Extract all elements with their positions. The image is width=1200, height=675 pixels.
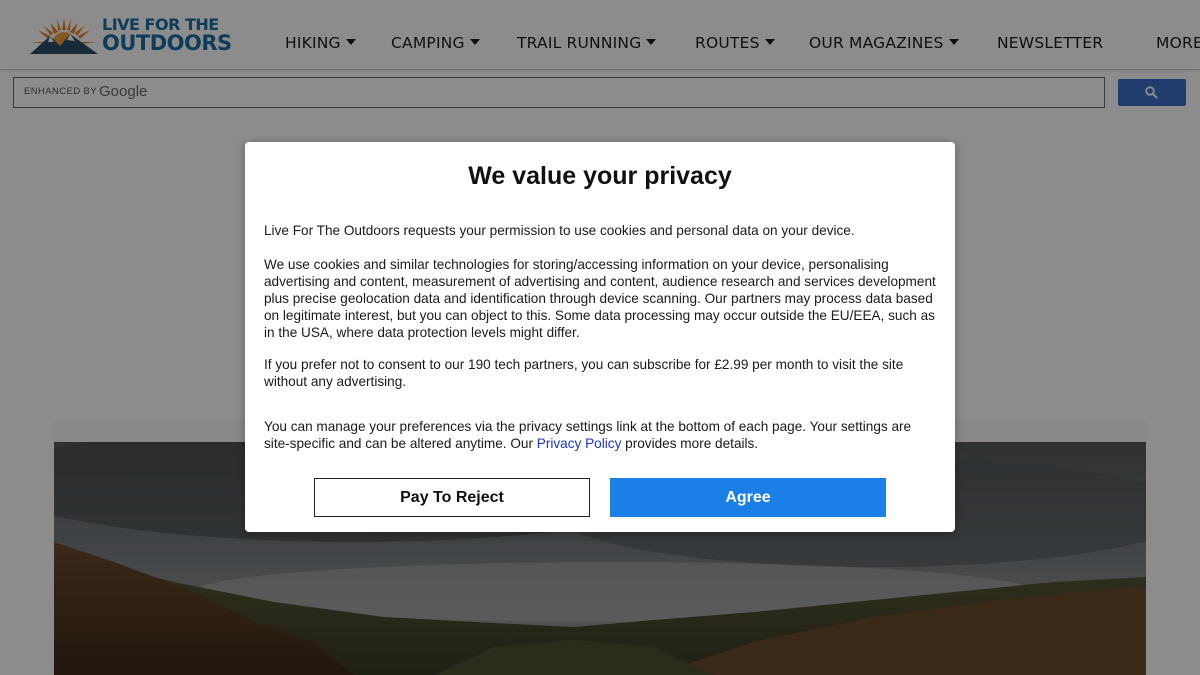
dialog-paragraph-cookies: We use cookies and similar technologies … <box>264 257 936 340</box>
dialog-title: We value your privacy <box>468 162 732 190</box>
dialog-paragraph-intro: Live For The Outdoors requests your perm… <box>264 223 855 238</box>
dialog-paragraph-preferences: You can manage your preferences via the … <box>264 418 936 452</box>
agree-button[interactable]: Agree <box>610 478 886 517</box>
preferences-text-end: provides more details. <box>621 436 759 451</box>
pay-to-reject-button[interactable]: Pay To Reject <box>314 478 590 517</box>
dialog-paragraph-subscribe: If you prefer not to consent to our 190 … <box>264 357 904 389</box>
privacy-consent-dialog: We value your privacy Live For The Outdo… <box>245 142 955 532</box>
privacy-policy-link[interactable]: Privacy Policy <box>537 436 622 451</box>
